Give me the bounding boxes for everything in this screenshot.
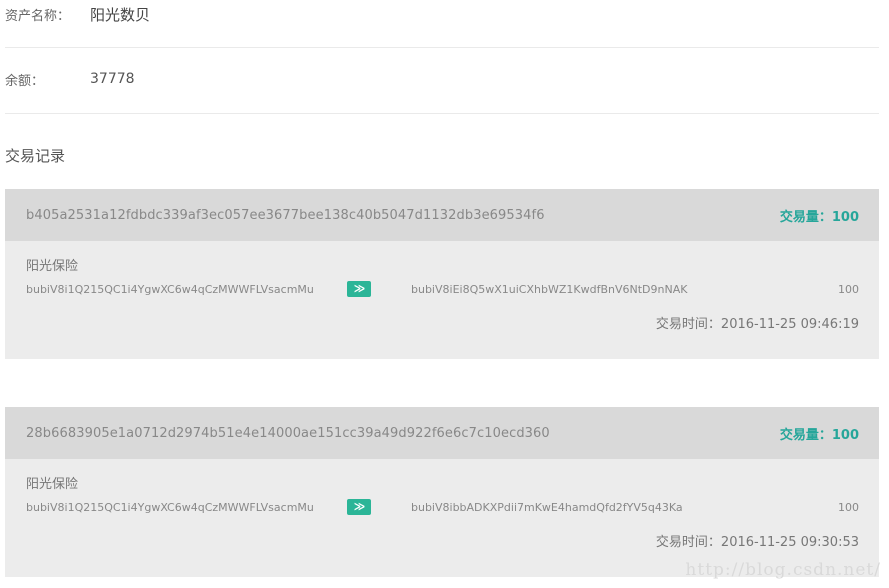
watermark: http://blog.csdn.net/ <box>685 560 881 580</box>
transaction-company: 阳光保险 <box>26 259 79 274</box>
transaction-records-title: 交易记录 <box>5 147 66 165</box>
asset-name-row: 资产名称： 阳光数贝 <box>5 0 879 28</box>
balance-row: 余额： 37778 <box>5 66 879 92</box>
transaction-hash: b405a2531a12fdbdc339af3ec057ee3677bee138… <box>26 207 545 223</box>
transfer-arrow-icon: ≫ <box>347 499 371 515</box>
transaction-amount: 交易量：100 <box>779 427 859 443</box>
transaction-time: 交易时间：2016-11-25 09:46:19 <box>655 317 859 332</box>
transaction-quantity: 100 <box>838 283 859 296</box>
asset-name-label: 资产名称： <box>5 8 71 24</box>
transaction-time: 交易时间：2016-11-25 09:30:53 <box>655 535 859 550</box>
transaction-quantity: 100 <box>838 501 859 514</box>
transaction-header: b405a2531a12fdbdc339af3ec057ee3677bee138… <box>5 189 879 241</box>
transaction-from-address: bubiV8i1Q215QC1i4YgwXC6w4qCzMWWFLVsacmMu <box>26 283 314 296</box>
divider <box>5 47 879 48</box>
page: 资产名称： 阳光数贝 余额： 37778 交易记录 b405a2531a12fd… <box>0 0 889 588</box>
transaction-card[interactable]: 28b6683905e1a0712d2974b51e4e14000ae151cc… <box>5 407 879 577</box>
transaction-company: 阳光保险 <box>26 477 79 492</box>
transfer-arrow-icon: ≫ <box>347 281 371 297</box>
transaction-from-address: bubiV8i1Q215QC1i4YgwXC6w4qCzMWWFLVsacmMu <box>26 501 314 514</box>
transaction-body: 阳光保险 bubiV8i1Q215QC1i4YgwXC6w4qCzMWWFLVs… <box>5 241 879 359</box>
transaction-card[interactable]: b405a2531a12fdbdc339af3ec057ee3677bee138… <box>5 189 879 359</box>
transaction-to-address: bubiV8iEi8Q5wX1uiCXhbWZ1KwdfBnV6NtD9nNAK <box>411 283 688 296</box>
balance-value: 37778 <box>90 71 135 87</box>
transaction-header: 28b6683905e1a0712d2974b51e4e14000ae151cc… <box>5 407 879 459</box>
transaction-amount: 交易量：100 <box>779 209 859 225</box>
balance-label: 余额： <box>5 73 45 89</box>
asset-name-value: 阳光数贝 <box>90 5 151 24</box>
transaction-hash: 28b6683905e1a0712d2974b51e4e14000ae151cc… <box>26 425 550 441</box>
transaction-to-address: bubiV8ibbADKXPdii7mKwE4hamdQfd2fYV5q43Ka <box>411 501 683 514</box>
divider <box>5 113 879 114</box>
